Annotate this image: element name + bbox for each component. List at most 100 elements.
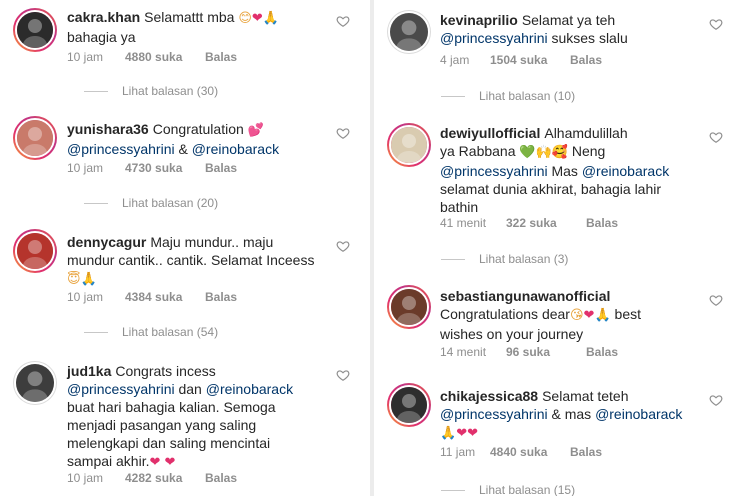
avatar[interactable] [387, 10, 431, 54]
comment-username[interactable]: chikajessica88 [440, 388, 538, 404]
reply-button[interactable]: Balas [205, 290, 237, 304]
like-heart-icon[interactable] [336, 14, 350, 28]
avatar[interactable] [13, 8, 57, 52]
comment-time: 4 jam [440, 53, 470, 67]
like-count[interactable]: 4730 suka [125, 161, 182, 175]
view-replies-link[interactable]: Lihat balasan (30) [84, 84, 218, 98]
comment-text: Congratulations dear [440, 306, 570, 322]
mention-link[interactable]: @princessyahrini [440, 163, 548, 179]
like-heart-icon[interactable] [336, 126, 350, 140]
comment-text: selamat dunia akhirat, bahagia lahir [440, 181, 662, 197]
like-count[interactable]: 96 suka [506, 345, 550, 359]
comment-body: dewiyullofficial Alhamdulillah ya Rabbana … [440, 124, 669, 216]
avatar[interactable] [13, 229, 57, 273]
like-heart-icon[interactable] [709, 130, 723, 144]
comment-time: 10 jam [67, 471, 104, 485]
comment-text: melengkapi dan saling mencintai [67, 435, 271, 451]
comment-text: best [610, 306, 641, 322]
like-heart-icon[interactable] [709, 17, 723, 31]
emoji: 😘 [569, 308, 584, 323]
avatar[interactable] [13, 361, 57, 405]
like-heart-icon[interactable] [709, 393, 723, 407]
avatar[interactable] [387, 285, 431, 329]
comment-time: 14 menit [440, 345, 487, 359]
comment-text: menjadi pasangan yang saling [67, 417, 257, 433]
comment-username[interactable]: kevinaprilio [440, 12, 518, 28]
comment-text: wishes on your journey [440, 326, 584, 342]
view-replies-link[interactable]: Lihat balasan (54) [84, 325, 218, 339]
view-replies-link[interactable]: Lihat balasan (10) [441, 89, 575, 103]
like-heart-icon[interactable] [336, 239, 350, 253]
view-replies-link[interactable]: Lihat balasan (3) [441, 252, 568, 266]
reply-button[interactable]: Balas [205, 161, 237, 175]
like-count[interactable]: 4840 suka [490, 445, 547, 459]
comment-body: cakra.khan Selamattt mba 😊❤🙏 bahagia ya [67, 8, 279, 46]
view-replies-label: Lihat balasan (54) [122, 325, 219, 339]
mention-link[interactable]: @princessyahrini [440, 30, 548, 46]
mention-link[interactable]: @reinobarack [582, 163, 669, 179]
emoji: ❤ ❤ [149, 455, 176, 470]
comment-text: buat hari bahagia kalian. Semoga [67, 399, 276, 415]
comment-text: ya Rabbana [440, 143, 520, 159]
emoji: ❤ [251, 11, 263, 26]
comment-text: bahagia ya [67, 29, 136, 45]
right-comments-panel: kevinaprilio Selamat ya teh @princessyahri… [374, 0, 745, 496]
emoji: ❤❤ [456, 426, 478, 441]
like-heart-icon[interactable] [709, 293, 723, 307]
comment-time: 10 jam [67, 50, 104, 64]
mention-link[interactable]: @princessyahrini [67, 381, 175, 397]
comment-text: Selamat teteh [542, 388, 629, 404]
comment-body: jud1ka Congrats incess @princessyahrini da… [67, 362, 293, 472]
comment-text: Neng [567, 143, 606, 159]
reply-button[interactable]: Balas [205, 471, 237, 485]
reply-button[interactable]: Balas [586, 216, 618, 230]
comment-text: sukses slalu [547, 30, 628, 46]
comment-text: Maju mundur.. maju [150, 234, 274, 250]
view-replies-link[interactable]: Lihat balasan (15) [441, 483, 575, 496]
mention-link[interactable]: @princessyahrini [440, 406, 548, 422]
comment-text: Mas [547, 163, 582, 179]
view-replies-label: Lihat balasan (20) [122, 196, 219, 210]
comment-text: bathin [440, 199, 479, 215]
like-count[interactable]: 4384 suka [125, 290, 182, 304]
like-count[interactable]: 4880 suka [125, 50, 182, 64]
mention-link[interactable]: @reinobarack [595, 406, 682, 422]
comment-time: 11 jam [440, 445, 476, 459]
mention-link[interactable]: @reinobarack [192, 141, 279, 157]
view-replies-link[interactable]: Lihat balasan (20) [84, 196, 218, 210]
avatar[interactable] [13, 116, 57, 160]
comment-text: Selamat ya teh [521, 12, 616, 28]
comment-username[interactable]: cakra.khan [67, 9, 140, 25]
view-replies-label: Lihat balasan (3) [479, 252, 569, 266]
like-count[interactable]: 1504 suka [490, 53, 547, 67]
comment-username[interactable]: yunishara36 [67, 121, 149, 137]
avatar[interactable] [387, 123, 431, 167]
mention-link[interactable]: @reinobarack [206, 381, 293, 397]
comment-time: 41 menit [440, 216, 487, 230]
comment-time: 10 jam [67, 290, 104, 304]
comment-username[interactable]: jud1ka [67, 363, 111, 379]
like-count[interactable]: 4282 suka [125, 471, 182, 485]
reply-button[interactable]: Balas [205, 50, 237, 64]
comment-username[interactable]: dennycagur [67, 234, 146, 250]
reply-button[interactable]: Balas [570, 53, 602, 67]
comment-body: yunishara36 Congratulation 💕 @princessyahr… [67, 120, 279, 158]
reply-button[interactable]: Balas [570, 445, 602, 459]
comment-text: & [174, 141, 192, 157]
emoji: 🙌🥰 [535, 145, 568, 160]
comment-time: 10 jam [67, 161, 104, 175]
mention-link[interactable]: @princessyahrini [67, 141, 175, 157]
like-heart-icon[interactable] [336, 368, 350, 382]
emoji: 😊 [238, 11, 252, 26]
like-count[interactable]: 322 suka [506, 216, 557, 230]
avatar[interactable] [387, 383, 431, 427]
comment-text: Alhamdulillah [544, 125, 628, 141]
view-replies-label: Lihat balasan (30) [122, 84, 219, 98]
comment-text: Congratulation [152, 121, 248, 137]
comment-text: Selamattt mba [144, 9, 239, 25]
comment-username[interactable]: sebastiangunawanofficial [440, 288, 610, 304]
emoji: 🙏 [262, 11, 279, 26]
reply-button[interactable]: Balas [586, 345, 618, 359]
view-replies-label: Lihat balasan (15) [479, 483, 576, 496]
comment-username[interactable]: dewiyullofficial [440, 125, 540, 141]
